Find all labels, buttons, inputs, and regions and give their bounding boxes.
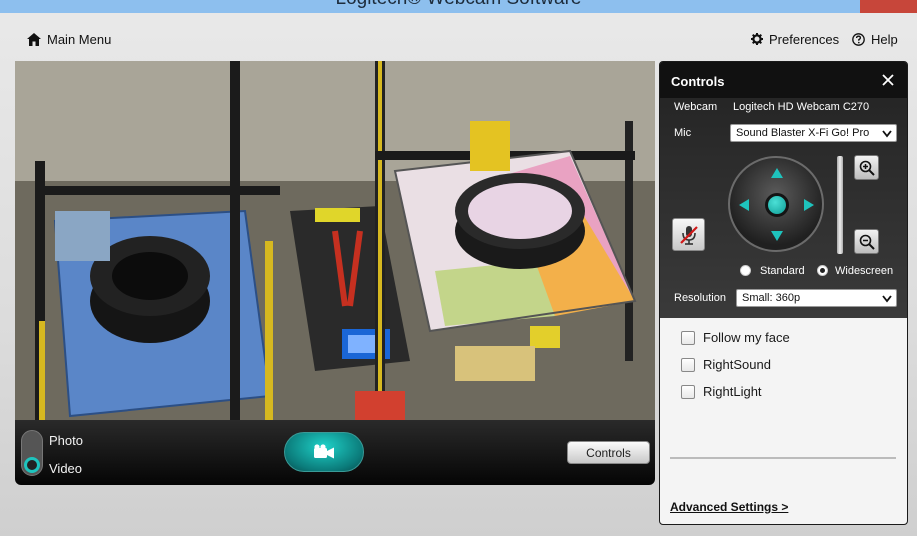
follow-my-face-label: Follow my face	[703, 330, 790, 345]
mic-mute-icon	[679, 225, 698, 245]
preferences-button[interactable]: Preferences	[751, 31, 839, 47]
help-button[interactable]: Help	[852, 31, 898, 47]
controls-panel-header: Controls	[660, 62, 907, 98]
pan-tilt-pad	[728, 156, 824, 252]
window-close-button[interactable]	[860, 0, 917, 13]
pan-right-arrow-icon[interactable]	[804, 199, 814, 211]
home-icon	[27, 32, 41, 46]
rightsound-label: RightSound	[703, 357, 771, 372]
controls-panel-dark-section: Controls Webcam Logitech HD Webcam C270 …	[660, 62, 907, 318]
resolution-select-value: Small: 360p	[742, 292, 801, 304]
video-camera-icon	[314, 444, 334, 459]
toggle-knob[interactable]	[24, 457, 40, 473]
video-mode-label[interactable]: Video	[49, 461, 82, 476]
zoom-in-icon	[859, 160, 875, 176]
webcam-value: Logitech HD Webcam C270	[733, 101, 870, 113]
window-title: Logitech® Webcam Software	[0, 0, 917, 10]
rightlight-label: RightLight	[703, 384, 762, 399]
rightsound-option[interactable]: RightSound	[681, 357, 771, 372]
widescreen-radio[interactable]	[817, 265, 828, 276]
webcam-preview	[15, 61, 655, 420]
gear-icon	[751, 33, 763, 45]
preferences-label: Preferences	[769, 31, 840, 47]
advanced-settings-link[interactable]: Advanced Settings >	[670, 500, 788, 514]
photo-video-toggle[interactable]	[21, 430, 43, 476]
rightlight-checkbox[interactable]	[681, 384, 695, 399]
zoom-out-icon	[859, 234, 875, 250]
widescreen-label: Widescreen	[835, 265, 894, 277]
zoom-slider[interactable]	[837, 156, 843, 254]
zoom-in-button[interactable]	[854, 155, 879, 180]
controls-panel-title: Controls	[671, 74, 725, 89]
mic-select[interactable]: Sound Blaster X-Fi Go! Pro	[730, 124, 897, 142]
rightsound-checkbox[interactable]	[681, 357, 695, 372]
tilt-up-arrow-icon[interactable]	[771, 168, 783, 178]
help-label: Help	[871, 31, 898, 47]
panel-divider	[670, 457, 896, 459]
pan-left-arrow-icon[interactable]	[739, 199, 749, 211]
standard-label: Standard	[760, 265, 805, 277]
controls-button[interactable]: Controls	[567, 441, 650, 464]
resolution-select[interactable]: Small: 360p	[736, 289, 897, 307]
controls-panel: Controls Webcam Logitech HD Webcam C270 …	[659, 61, 908, 525]
rightlight-option[interactable]: RightLight	[681, 384, 762, 399]
follow-my-face-option[interactable]: Follow my face	[681, 330, 790, 345]
record-video-button[interactable]	[284, 432, 364, 472]
main-menu-label: Main Menu	[47, 31, 112, 47]
title-bar: Logitech® Webcam Software	[0, 0, 917, 13]
close-icon[interactable]	[881, 73, 895, 87]
webcam-label: Webcam	[674, 101, 718, 113]
photo-mode-label[interactable]: Photo	[49, 433, 83, 448]
follow-my-face-checkbox[interactable]	[681, 330, 695, 345]
chevron-down-icon	[882, 130, 892, 138]
webcam-feed-image	[15, 61, 655, 420]
mic-label: Mic	[674, 127, 692, 139]
tilt-down-arrow-icon[interactable]	[771, 231, 783, 241]
mic-mute-button[interactable]	[672, 218, 705, 251]
zoom-out-button[interactable]	[854, 229, 879, 254]
pan-tilt-center-button[interactable]	[765, 193, 789, 217]
standard-radio[interactable]	[740, 265, 751, 276]
capture-control-bar: Photo Video Controls	[15, 420, 655, 485]
chevron-down-icon	[882, 295, 892, 303]
help-icon	[852, 32, 865, 46]
mic-select-value: Sound Blaster X-Fi Go! Pro	[736, 127, 870, 139]
main-menu-button[interactable]: Main Menu	[27, 31, 111, 47]
resolution-label: Resolution	[674, 292, 726, 304]
